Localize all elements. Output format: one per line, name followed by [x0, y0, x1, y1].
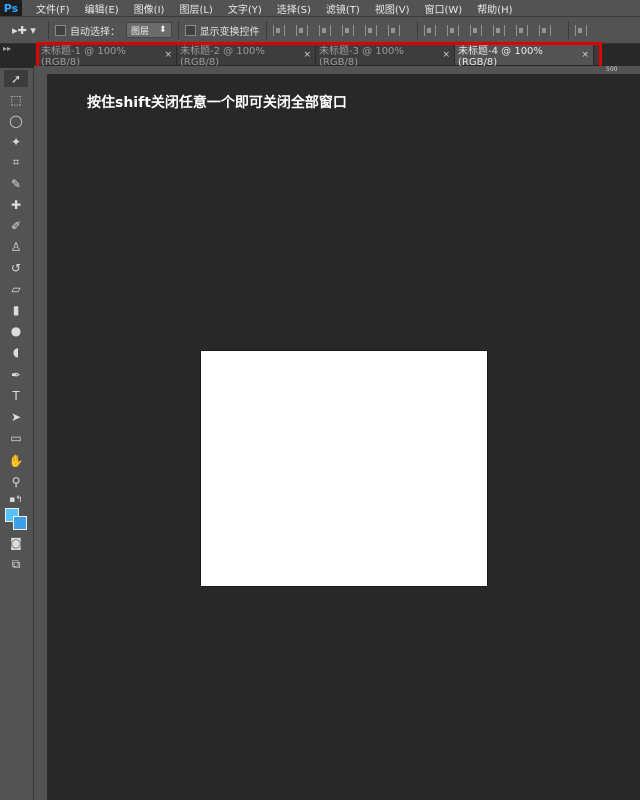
align-top-icon[interactable]: [272, 24, 285, 36]
tab-label: 未标题-4 @ 100%(RGB/8): [458, 46, 543, 68]
ruler-horizontal[interactable]: 500: [34, 66, 640, 75]
close-icon[interactable]: ×: [303, 50, 311, 60]
clone-stamp-icon[interactable]: ♙: [4, 238, 28, 255]
divider: [416, 21, 418, 39]
close-icon[interactable]: ×: [581, 50, 589, 60]
auto-select-label: 自动选择：: [70, 26, 120, 38]
hand-tool-icon[interactable]: ✋: [4, 452, 28, 469]
move-tool-icon[interactable]: ➚: [4, 70, 28, 87]
screen-mode-icon[interactable]: ⧉: [4, 556, 28, 573]
tab-label: 未标题-1 @ 100%(RGB/8): [41, 46, 126, 68]
menu-file[interactable]: 文件(F): [36, 1, 70, 16]
eyedropper-icon[interactable]: ✎: [4, 175, 28, 192]
show-transform-label: 显示变换控件: [199, 26, 260, 38]
quick-mask-icon[interactable]: ◙: [4, 534, 28, 551]
menu-image[interactable]: 图像(I): [134, 1, 165, 16]
type-tool-icon[interactable]: T: [4, 387, 28, 404]
auto-align-icon[interactable]: [574, 24, 587, 36]
menu-edit[interactable]: 编辑(E): [85, 1, 119, 16]
gradient-tool-icon[interactable]: ▮: [4, 301, 28, 318]
align-right-icon[interactable]: [387, 24, 400, 36]
options-bar: ▸✚ ▾ 自动选择： 图层 ⬍ 显示变换控件: [0, 17, 640, 44]
auto-select-checkbox[interactable]: [55, 24, 66, 36]
tab-label: 未标题-2 @ 100%(RGB/8): [180, 46, 265, 68]
document-canvas[interactable]: [201, 351, 487, 586]
blur-tool-icon[interactable]: ●: [4, 322, 28, 339]
divider: [177, 21, 179, 39]
ruler-tick-label: 500: [606, 66, 618, 73]
marquee-tool-icon[interactable]: ⬚: [4, 91, 28, 108]
distribute-bottom-icon[interactable]: [469, 24, 482, 36]
menu-select[interactable]: 选择(S): [277, 1, 311, 16]
menu-help[interactable]: 帮助(H): [477, 1, 512, 16]
close-icon[interactable]: ×: [442, 50, 450, 60]
divider: [567, 21, 569, 39]
close-icon[interactable]: ×: [164, 50, 172, 60]
menu-bar: Ps 文件(F) 编辑(E) 图像(I) 图层(L) 文字(Y) 选择(S) 滤…: [0, 0, 640, 17]
distribute-right-icon[interactable]: [538, 24, 551, 36]
align-left-icon[interactable]: [341, 24, 354, 36]
tools-panel: ➚ ⬚ ◯ ✦ ⌗ ✎ ✚ ✐ ♙ ↺ ▱ ▮ ● ◖ ✒ T ➤ ▭ ✋ ⚲ …: [0, 68, 34, 800]
align-vcenter-icon[interactable]: [295, 24, 308, 36]
divider: [48, 21, 49, 39]
menu-filter[interactable]: 滤镜(T): [326, 1, 360, 16]
tab-label: 未标题-3 @ 100%(RGB/8): [319, 46, 404, 68]
distribute-left-icon[interactable]: [492, 24, 505, 36]
healing-brush-icon[interactable]: ✚: [4, 196, 28, 213]
brush-tool-icon[interactable]: ✐: [4, 217, 28, 234]
show-transform-checkbox[interactable]: [184, 24, 196, 36]
tab-untitled-2[interactable]: 未标题-2 @ 100%(RGB/8) ×: [177, 45, 316, 68]
document-tabs: 未标题-1 @ 100%(RGB/8) × 未标题-2 @ 100%(RGB/8…: [38, 45, 602, 68]
instruction-caption: 按住shift关闭任意一个即可关闭全部窗口: [87, 95, 347, 111]
tab-untitled-1[interactable]: 未标题-1 @ 100%(RGB/8) ×: [38, 45, 177, 68]
dropdown-arrow-icon: ⬍: [159, 25, 167, 35]
ruler-vertical[interactable]: [33, 74, 48, 800]
auto-select-dropdown[interactable]: 图层 ⬍: [126, 22, 172, 38]
distribute-vcenter-icon[interactable]: [446, 24, 459, 36]
default-colors-icon[interactable]: ▪↰: [4, 491, 28, 508]
align-hcenter-icon[interactable]: [364, 24, 377, 36]
path-selection-icon[interactable]: ➤: [4, 408, 28, 425]
distribute-hcenter-icon[interactable]: [515, 24, 528, 36]
divider: [265, 21, 267, 39]
eraser-icon[interactable]: ▱: [4, 280, 28, 297]
crop-tool-icon[interactable]: ⌗: [4, 154, 28, 171]
pen-tool-icon[interactable]: ✒: [4, 366, 28, 383]
photoshop-logo: Ps: [0, 0, 22, 16]
align-bottom-icon[interactable]: [318, 24, 331, 36]
collapse-panel-icon[interactable]: ▸▸: [0, 44, 35, 54]
menu-window[interactable]: 窗口(W): [424, 1, 462, 16]
auto-select-value: 图层: [131, 26, 150, 37]
menu-layer[interactable]: 图层(L): [179, 1, 212, 16]
zoom-tool-icon[interactable]: ⚲: [4, 473, 28, 490]
tool-preset-picker[interactable]: ▸✚ ▾: [6, 20, 42, 40]
menu-type[interactable]: 文字(Y): [228, 1, 262, 16]
dodge-tool-icon[interactable]: ◖: [4, 343, 28, 360]
tab-untitled-3[interactable]: 未标题-3 @ 100%(RGB/8) ×: [316, 45, 455, 68]
magic-wand-icon[interactable]: ✦: [4, 133, 28, 150]
tab-untitled-4[interactable]: 未标题-4 @ 100%(RGB/8) ×: [455, 45, 594, 68]
history-brush-icon[interactable]: ↺: [4, 259, 28, 276]
menu-view[interactable]: 视图(V): [375, 1, 410, 16]
background-color-swatch[interactable]: [13, 516, 27, 530]
lasso-tool-icon[interactable]: ◯: [4, 112, 28, 129]
distribute-top-icon[interactable]: [423, 24, 436, 36]
rectangle-tool-icon[interactable]: ▭: [4, 429, 28, 446]
